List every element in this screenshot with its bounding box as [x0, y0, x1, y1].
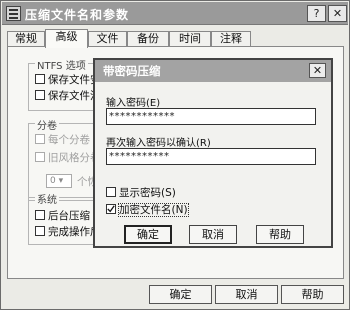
tab-general[interactable]: 常规 — [7, 31, 45, 47]
tab-advanced[interactable]: 高级 — [45, 29, 88, 48]
confirm-password-input[interactable]: *********** — [106, 148, 316, 165]
volume-group-label: 分卷 — [35, 117, 59, 132]
confirm-password-label: 再次输入密码以确认(R) — [106, 138, 211, 149]
password-dialog: 带密码压缩 ✕ 输入密码(E) ************ 再次输入密码以确认(R… — [93, 58, 333, 248]
dialog-title[interactable]: 带密码压缩 — [95, 60, 331, 82]
tab-comment[interactable]: 注释 — [211, 31, 251, 47]
ntfs-option-2[interactable]: 保存文件流 — [35, 88, 101, 102]
checkbox-icon — [106, 187, 116, 197]
recovery-volume-spinner[interactable]: 0 ▾ — [46, 174, 72, 188]
after-complete-option[interactable]: 完成操作后 — [35, 224, 101, 238]
checkmark-icon — [106, 204, 116, 214]
volume-option-2[interactable]: 旧风格分卷 — [35, 150, 101, 164]
checkbox-icon — [35, 210, 45, 220]
password-input[interactable]: ************ — [106, 108, 316, 125]
encrypt-filenames-checkbox[interactable]: 加密文件名(N) — [106, 202, 189, 217]
system-group-label: 系统 — [35, 191, 59, 206]
checkbox-icon — [35, 134, 45, 144]
show-password-checkbox[interactable]: 显示密码(S) — [106, 185, 176, 199]
password-label: 输入密码(E) — [106, 98, 161, 109]
tab-backup[interactable]: 备份 — [127, 31, 169, 47]
ok-button[interactable]: 确定 — [149, 285, 212, 304]
checkbox-icon — [35, 90, 45, 100]
background-compress-option[interactable]: 后台压缩 — [35, 208, 90, 222]
cancel-button[interactable]: 取消 — [215, 285, 278, 304]
archive-icon — [6, 6, 21, 21]
checkbox-icon — [35, 152, 45, 162]
checkbox-icon — [35, 74, 45, 84]
checkbox-icon — [35, 226, 45, 236]
window-title: 压缩文件名和参数 — [25, 8, 130, 22]
help-title-button[interactable]: ? — [307, 5, 326, 22]
dialog-help-button[interactable]: 帮助 — [256, 225, 304, 244]
volume-option-1[interactable]: 每个分卷 — [35, 132, 90, 146]
tab-time[interactable]: 时间 — [169, 31, 211, 47]
close-title-button[interactable]: ✕ — [328, 5, 347, 22]
dialog-cancel-button[interactable]: 取消 — [189, 225, 237, 244]
title-bar[interactable]: 压缩文件名和参数 ? ✕ — [2, 2, 348, 25]
ntfs-option-1[interactable]: 保存文件安 — [35, 72, 101, 86]
dialog-ok-button[interactable]: 确定 — [124, 225, 172, 244]
help-button[interactable]: 帮助 — [281, 285, 344, 304]
dialog-close-icon[interactable]: ✕ — [309, 63, 326, 78]
ntfs-group-label: NTFS 选项 — [35, 57, 88, 72]
tab-files[interactable]: 文件 — [88, 31, 127, 47]
